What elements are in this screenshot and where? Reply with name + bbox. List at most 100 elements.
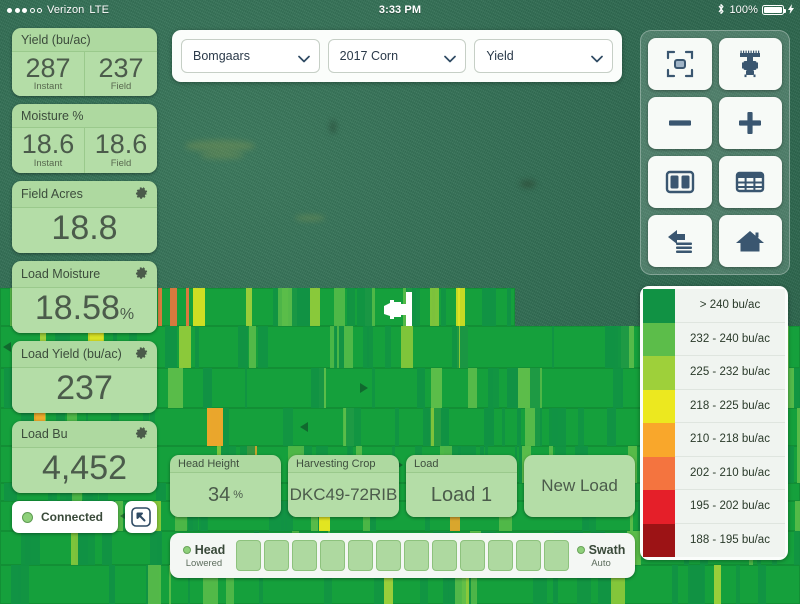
- home-button[interactable]: [719, 215, 783, 267]
- section-segment[interactable]: [320, 540, 345, 571]
- legend-range-label: 202 - 210 bu/ac: [675, 457, 785, 491]
- info-card-value: Load 1: [431, 484, 492, 507]
- metric-cell: 18.6Field: [84, 128, 157, 172]
- info-card-new-load[interactable]: New Load: [524, 455, 635, 517]
- connection-row: Connected: [12, 501, 157, 533]
- section-segment[interactable]: [376, 540, 401, 571]
- section-segment[interactable]: [460, 540, 485, 571]
- metric-value: 287: [12, 54, 84, 82]
- dropdown-layer[interactable]: Yield: [474, 39, 613, 73]
- battery-charging-icon: [762, 5, 784, 15]
- section-segment[interactable]: [488, 540, 513, 571]
- metric-card: Load Yield (bu/ac) 237: [12, 341, 157, 413]
- legend-color-swatch: [643, 323, 675, 357]
- metric-values: 18.58%: [12, 288, 157, 333]
- metric-card: Moisture %18.6Instant18.6Field: [12, 104, 157, 172]
- info-card-value-row: 34%: [170, 473, 281, 517]
- metric-card-header: Load Yield (bu/ac): [12, 341, 157, 368]
- metric-cell: 18.6Instant: [12, 128, 84, 172]
- legend-row: 210 - 218 bu/ac: [643, 423, 785, 457]
- legend-row: 188 - 195 bu/ac: [643, 524, 785, 558]
- split-panel-icon: [665, 169, 695, 195]
- center-focus-icon: [666, 50, 694, 78]
- ios-status-bar: Verizon LTE 3:33 PM 100%: [0, 0, 800, 20]
- metric-title: Load Yield (bu/ac): [21, 347, 122, 361]
- combine-harvester-icon: [735, 49, 765, 79]
- dropdown-value: Bomgaars: [193, 49, 250, 63]
- section-control-bar: Head Lowered Swath Auto: [170, 533, 635, 578]
- info-card-load: Load Load 1: [406, 455, 517, 517]
- section-segment[interactable]: [292, 540, 317, 571]
- section-segment[interactable]: [264, 540, 289, 571]
- info-card-value: New Load: [541, 476, 618, 496]
- metric-value: 4,452: [42, 449, 127, 487]
- dropdown-grower[interactable]: Bomgaars: [181, 39, 320, 73]
- section-segment[interactable]: [236, 540, 261, 571]
- zoom-in-button[interactable]: [719, 97, 783, 149]
- split-view-button[interactable]: [648, 156, 712, 208]
- metric-cell: 287Instant: [12, 52, 84, 96]
- center-map-button[interactable]: [648, 38, 712, 90]
- section-segment[interactable]: [432, 540, 457, 571]
- metric-value: 237: [85, 54, 157, 82]
- metric-values: 237: [12, 368, 157, 413]
- swath-status-subtitle: Auto: [573, 558, 629, 569]
- metric-card-header: Yield (bu/ac): [12, 28, 157, 52]
- info-card-value-row: DKC49-72RIB: [288, 473, 399, 517]
- plus-icon: [735, 108, 765, 138]
- status-led-icon: [22, 512, 33, 523]
- head-status[interactable]: Head Lowered: [176, 543, 232, 569]
- legend-color-swatch: [643, 423, 675, 457]
- dropdown-field-season[interactable]: 2017 Corn: [328, 39, 467, 73]
- connection-status-button[interactable]: Connected: [12, 501, 118, 533]
- metric-sublabel: Field: [85, 81, 157, 92]
- gear-icon[interactable]: [135, 346, 149, 363]
- gear-icon[interactable]: [135, 186, 149, 203]
- table-grid-icon: [735, 169, 765, 195]
- share-log-button[interactable]: [648, 215, 712, 267]
- legend-row: 202 - 210 bu/ac: [643, 457, 785, 491]
- legend-color-swatch: [643, 490, 675, 524]
- dropdown-value: 2017 Corn: [340, 49, 398, 63]
- section-segment[interactable]: [544, 540, 569, 571]
- info-card-value: DKC49-72RIB: [290, 485, 398, 505]
- section-segment[interactable]: [516, 540, 541, 571]
- metric-unit: %: [120, 306, 134, 323]
- info-card-head-height: Head Height34%: [170, 455, 281, 517]
- combine-button[interactable]: [719, 38, 783, 90]
- metric-title: Moisture %: [21, 109, 84, 123]
- legend-color-swatch: [643, 356, 675, 390]
- gear-icon[interactable]: [135, 266, 149, 283]
- metric-value: 18.6: [85, 130, 157, 158]
- legend-range-label: 195 - 202 bu/ac: [675, 490, 785, 524]
- info-card-title: Load: [406, 455, 517, 473]
- info-card-title: Head Height: [170, 455, 281, 473]
- info-card-title: Harvesting Crop: [288, 455, 399, 473]
- clock-label: 3:33 PM: [0, 4, 800, 16]
- expand-arrow-icon[interactable]: [125, 501, 157, 533]
- share-back-list-icon: [665, 227, 695, 255]
- metric-sublabel: Instant: [12, 158, 84, 169]
- section-segment[interactable]: [404, 540, 429, 571]
- info-card-value-row: Load 1: [406, 473, 517, 517]
- metric-card-header: Load Moisture: [12, 261, 157, 288]
- section-segment[interactable]: [348, 540, 373, 571]
- legend-row: 232 - 240 bu/ac: [643, 323, 785, 357]
- metric-values: 4,452: [12, 448, 157, 493]
- legend-range-label: > 240 bu/ac: [675, 289, 785, 323]
- swath-status-led-icon: [577, 546, 585, 554]
- chevron-down-icon: [444, 52, 456, 60]
- zoom-out-button[interactable]: [648, 97, 712, 149]
- swath-status[interactable]: Swath Auto: [573, 543, 629, 569]
- head-status-title: Head: [195, 543, 226, 557]
- yield-legend: > 240 bu/ac232 - 240 bu/ac225 - 232 bu/a…: [640, 286, 788, 560]
- legend-row: > 240 bu/ac: [643, 289, 785, 323]
- legend-range-label: 225 - 232 bu/ac: [675, 356, 785, 390]
- gear-icon[interactable]: [135, 426, 149, 443]
- metric-cell: 237Field: [84, 52, 157, 96]
- info-card-value: 34: [208, 484, 230, 507]
- table-view-button[interactable]: [719, 156, 783, 208]
- info-card-unit: %: [233, 489, 243, 501]
- metric-title: Yield (bu/ac): [21, 33, 91, 47]
- metrics-sidebar: Yield (bu/ac)287Instant237FieldMoisture …: [12, 28, 157, 533]
